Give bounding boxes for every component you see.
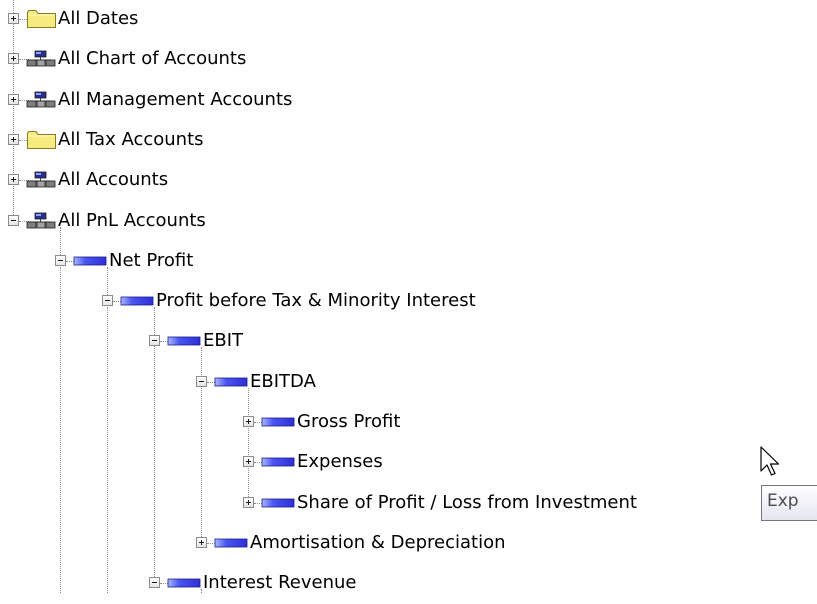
tree-item-net-profit[interactable]: Net Profit	[0, 242, 817, 282]
expand-icon[interactable]	[243, 456, 254, 468]
tree-item-share-of-profit-loss-from-investment[interactable]: Share of Profit / Loss from Investment	[0, 484, 817, 524]
member-icon	[167, 573, 201, 598]
hierarchy-icon	[26, 90, 57, 115]
tree-item-label: All Management Accounts	[58, 88, 293, 110]
tree-item-label: Interest Revenue	[203, 572, 357, 594]
tree-item-expenses[interactable]: Expenses	[0, 443, 817, 483]
tree-item-label: Gross Profit	[297, 411, 401, 432]
member-icon	[214, 533, 248, 558]
hierarchy-icon	[26, 170, 57, 195]
member-icon	[120, 291, 154, 316]
tree-item-label: All PnL Accounts	[58, 209, 206, 231]
tree-item-all-management-accounts[interactable]: All Management Accounts	[0, 81, 817, 121]
tree-item-label: Profit before Tax & Minority Interest	[156, 290, 476, 312]
expand-icon[interactable]	[8, 13, 19, 24]
tree-item-label: Net Profit	[109, 249, 194, 271]
collapse-icon[interactable]	[8, 214, 19, 226]
member-icon	[214, 372, 248, 397]
tree-item-ebit[interactable]: EBIT	[0, 322, 817, 362]
tree-view[interactable]: All Dates All Chart of Accounts All Manage…	[0, 0, 817, 593]
expand-icon[interactable]	[8, 53, 19, 65]
hierarchy-icon	[26, 49, 57, 74]
collapse-icon[interactable]	[149, 577, 160, 589]
tree-item-label: EBIT	[203, 330, 244, 352]
member-icon	[167, 331, 201, 356]
mouse-cursor-icon	[760, 446, 780, 476]
expand-icon[interactable]	[8, 174, 19, 186]
tree-item-label: Share of Profit / Loss from Investment	[297, 491, 637, 513]
folder-icon	[26, 130, 57, 155]
tree-item-all-pnl-accounts[interactable]: All PnL Accounts	[0, 202, 817, 242]
tooltip: Exp	[761, 485, 817, 521]
expand-icon[interactable]	[196, 536, 207, 548]
tree-item-all-dates[interactable]: All Dates	[0, 0, 817, 40]
hierarchy-icon	[26, 211, 57, 236]
expand-icon[interactable]	[243, 496, 254, 508]
member-icon	[261, 452, 295, 477]
tree-item-all-accounts[interactable]: All Accounts	[0, 161, 817, 201]
tree-item-interest-revenue[interactable]: Interest Revenue	[0, 564, 817, 604]
member-icon	[261, 493, 295, 518]
member-icon	[73, 251, 107, 276]
tree-item-label: All Chart of Accounts	[58, 48, 247, 70]
tree-item-all-chart-of-accounts[interactable]: All Chart of Accounts	[0, 40, 817, 80]
tree-item-amortisation-depreciation[interactable]: Amortisation & Depreciation	[0, 524, 817, 564]
tree-item-gross-profit[interactable]: Gross Profit	[0, 403, 817, 443]
collapse-icon[interactable]	[196, 375, 207, 387]
collapse-icon[interactable]	[149, 335, 160, 347]
tree-item-all-tax-accounts[interactable]: All Tax Accounts	[0, 121, 817, 161]
tree-item-label: All Dates	[58, 8, 139, 29]
tree-item-label: Expenses	[297, 451, 383, 473]
expand-icon[interactable]	[243, 416, 254, 427]
tree-item-label: EBITDA	[250, 370, 316, 392]
expand-icon[interactable]	[8, 93, 19, 105]
member-icon	[261, 412, 295, 437]
tooltip-text: Exp	[767, 491, 799, 511]
tree-item-label: Amortisation & Depreciation	[250, 531, 506, 553]
tree-item-ebitda[interactable]: EBITDA	[0, 363, 817, 403]
collapse-icon[interactable]	[55, 254, 66, 266]
collapse-icon[interactable]	[102, 295, 113, 307]
folder-icon	[26, 9, 57, 34]
expand-icon[interactable]	[8, 133, 19, 145]
tree-item-profit-before-tax-minority-interest[interactable]: Profit before Tax & Minority Interest	[0, 282, 817, 322]
tree-item-label: All Accounts	[58, 169, 169, 191]
tree-item-label: All Tax Accounts	[58, 128, 204, 150]
